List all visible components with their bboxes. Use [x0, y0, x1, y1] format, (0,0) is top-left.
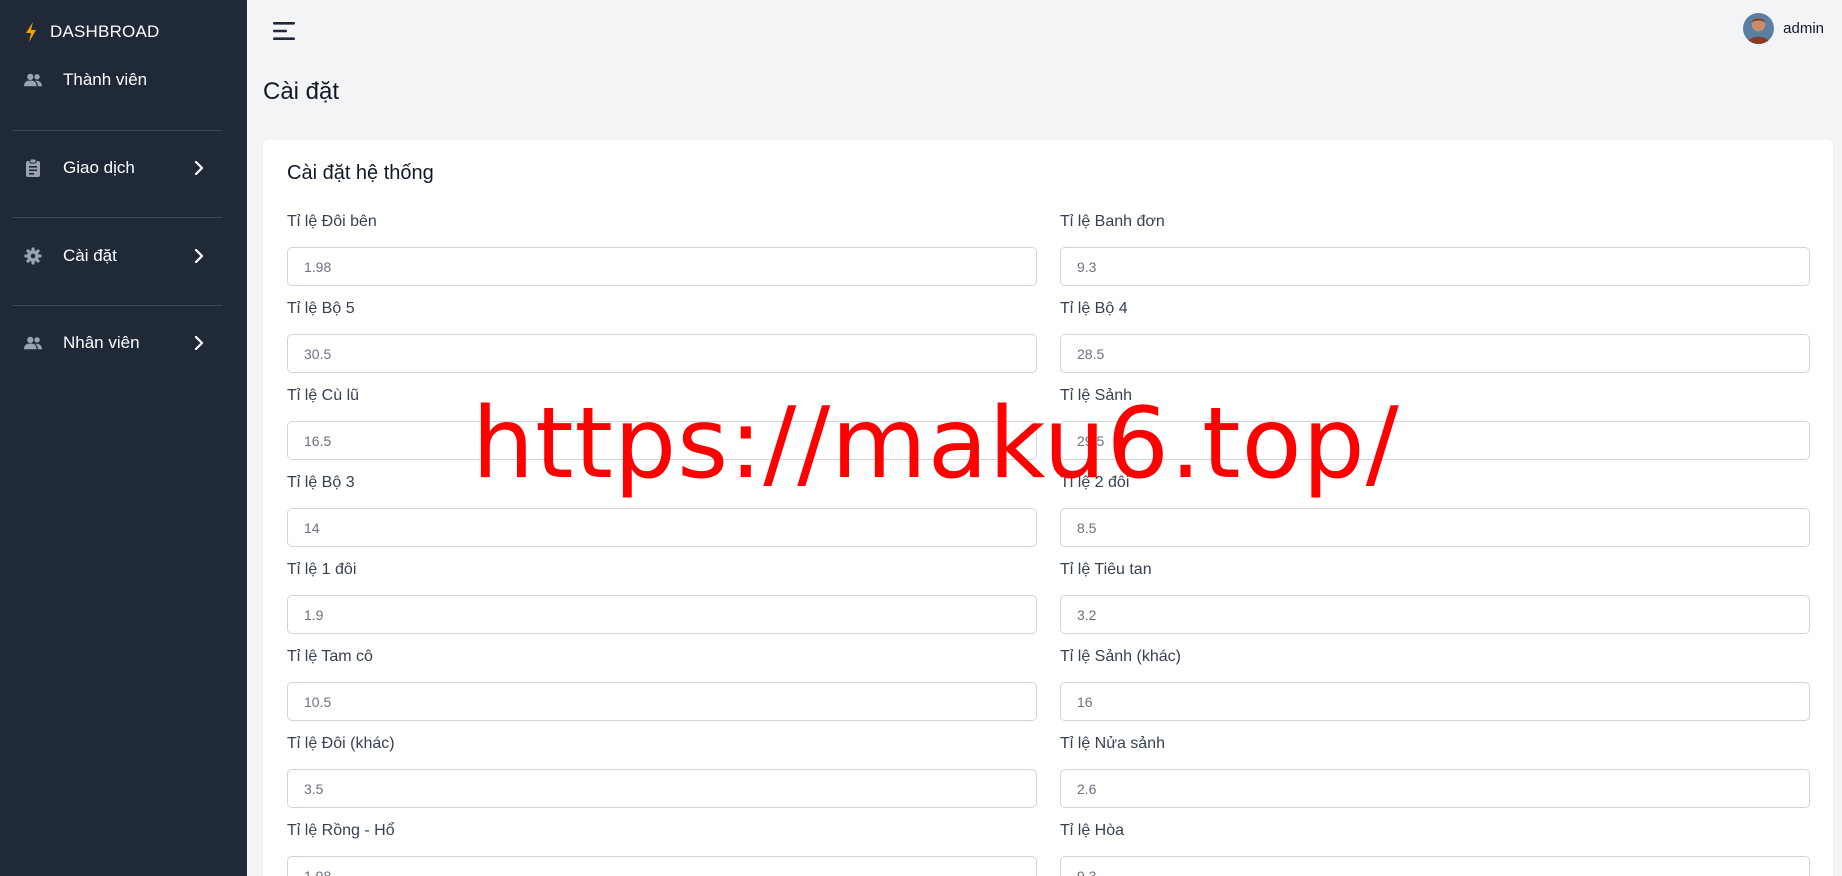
sidebar-item-label: Cài đặt	[63, 246, 117, 265]
straight-other-input[interactable]	[1060, 682, 1810, 721]
field-double-side: Tỉ lệ Đôi bên	[287, 212, 1037, 286]
field-single-ball: Tỉ lệ Banh đơn	[1060, 212, 1810, 286]
field-label: Tỉ lệ Hòa	[1060, 822, 1125, 839]
field-label: Tỉ lệ 1 đôi	[287, 561, 357, 578]
user-name: admin	[1783, 20, 1824, 37]
field-label: Tỉ lệ Tiêu tan	[1060, 561, 1152, 578]
field-label: Tỉ lệ Bộ 3	[287, 474, 355, 491]
brand-label: DASHBROAD	[50, 22, 160, 41]
card-title: Cài đặt hệ thống	[287, 162, 434, 184]
sidebar-divider	[12, 217, 222, 218]
field-label: Tỉ lệ Nửa sảnh	[1060, 735, 1165, 752]
field-label: Tỉ lệ 2 đôi	[1060, 474, 1130, 491]
sidebar-item-settings[interactable]: Cài đặt	[0, 236, 235, 276]
field-set-4: Tỉ lệ Bộ 4	[1060, 299, 1810, 373]
one-pair-input[interactable]	[287, 595, 1037, 634]
avatar	[1743, 13, 1775, 44]
sidebar: DASHBROAD Thành viên Giao dịch Cài đặt N…	[0, 0, 247, 876]
dragon-tiger-input[interactable]	[287, 856, 1037, 876]
hamburger-icon[interactable]	[272, 20, 296, 42]
pair-other-input[interactable]	[287, 769, 1037, 808]
field-label: Tỉ lệ Bộ 4	[1060, 300, 1128, 317]
field-half-straight: Tỉ lệ Nửa sảnh	[1060, 734, 1810, 808]
field-pair-other: Tỉ lệ Đôi (khác)	[287, 734, 1037, 808]
field-label: Tỉ lệ Rồng - Hổ	[287, 822, 395, 839]
clipboard-icon	[26, 159, 40, 177]
field-one-pair: Tỉ lệ 1 đôi	[287, 560, 1037, 634]
set-3-input[interactable]	[287, 508, 1037, 547]
sidebar-item-label: Nhân viên	[63, 333, 140, 352]
sidebar-item-members[interactable]: Thành viên	[0, 60, 235, 100]
field-tieu-tan: Tỉ lệ Tiêu tan	[1060, 560, 1810, 634]
field-label: Tỉ lệ Cù lũ	[287, 387, 360, 404]
chevron-right-icon	[194, 161, 204, 175]
field-draw: Tỉ lệ Hòa	[1060, 821, 1810, 876]
field-label: Tỉ lệ Bộ 5	[287, 300, 355, 317]
field-straight-other: Tỉ lệ Sảnh (khác)	[1060, 647, 1810, 721]
field-dragon-tiger: Tỉ lệ Rồng - Hổ	[287, 821, 1037, 876]
sidebar-divider	[12, 130, 222, 131]
field-label: Tỉ lệ Đôi bên	[287, 213, 377, 230]
field-label: Tỉ lệ Sảnh	[1060, 387, 1133, 404]
double-side-input[interactable]	[287, 247, 1037, 286]
user-menu[interactable]: admin	[1743, 13, 1824, 44]
sidebar-item-label: Giao dịch	[63, 158, 135, 177]
field-full-house: Tỉ lệ Cù lũ	[287, 386, 1037, 460]
field-two-pair: Tỉ lệ 2 đôi	[1060, 473, 1810, 547]
settings-card: Cài đặt hệ thống Tỉ lệ Đôi bên Tỉ lệ Ban…	[263, 140, 1833, 876]
field-set-3: Tỉ lệ Bộ 3	[287, 473, 1037, 547]
sidebar-item-staff[interactable]: Nhân viên	[0, 323, 235, 363]
users-icon	[24, 73, 42, 87]
chevron-right-icon	[194, 249, 204, 263]
sidebar-item-transactions[interactable]: Giao dịch	[0, 148, 235, 188]
tam-co-input[interactable]	[287, 682, 1037, 721]
field-set-5: Tỉ lệ Bộ 5	[287, 299, 1037, 373]
straight-input[interactable]	[1060, 421, 1810, 460]
field-tam-co: Tỉ lệ Tam cô	[287, 647, 1037, 721]
field-label: Tỉ lệ Banh đơn	[1060, 213, 1165, 230]
set-4-input[interactable]	[1060, 334, 1810, 373]
sidebar-item-label: Thành viên	[63, 70, 148, 89]
full-house-input[interactable]	[287, 421, 1037, 460]
sidebar-divider	[12, 305, 222, 306]
field-label: Tỉ lệ Tam cô	[287, 648, 373, 665]
page-title: Cài đặt	[263, 78, 340, 105]
bolt-icon	[26, 22, 36, 42]
draw-input[interactable]	[1060, 856, 1810, 876]
gear-icon	[24, 247, 42, 265]
chevron-right-icon	[194, 336, 204, 350]
field-straight: Tỉ lệ Sảnh	[1060, 386, 1810, 460]
users-icon	[24, 336, 42, 350]
set-5-input[interactable]	[287, 334, 1037, 373]
two-pair-input[interactable]	[1060, 508, 1810, 547]
half-straight-input[interactable]	[1060, 769, 1810, 808]
field-label: Tỉ lệ Đôi (khác)	[287, 735, 395, 752]
tieu-tan-input[interactable]	[1060, 595, 1810, 634]
field-label: Tỉ lệ Sảnh (khác)	[1060, 648, 1181, 665]
brand[interactable]: DASHBROAD	[24, 22, 160, 42]
single-ball-input[interactable]	[1060, 247, 1810, 286]
